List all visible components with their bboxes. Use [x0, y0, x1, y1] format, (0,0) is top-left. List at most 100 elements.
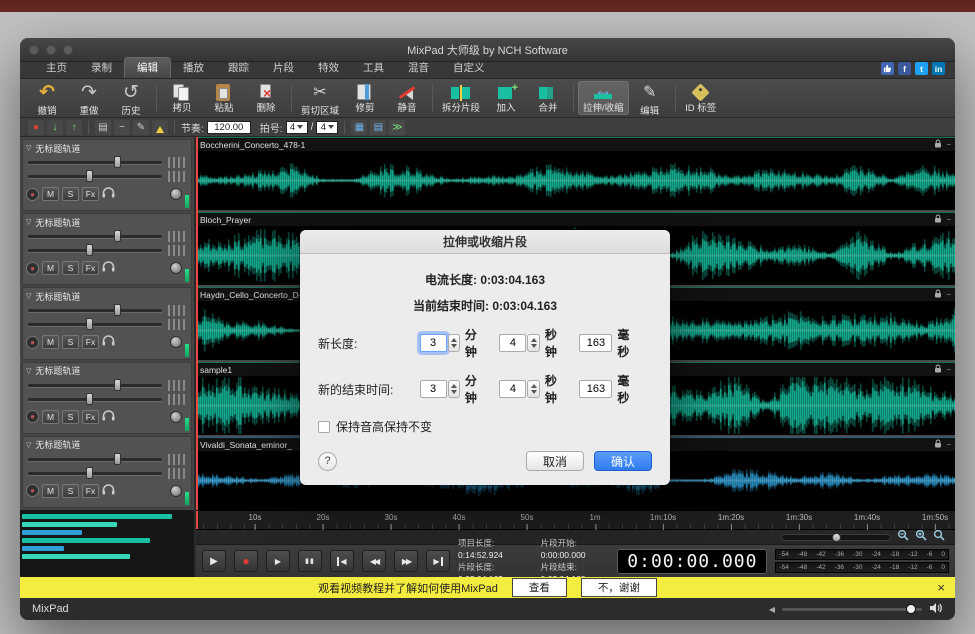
collapse-clip-icon[interactable]: − — [946, 440, 951, 449]
arm-record-button[interactable]: ● — [26, 188, 39, 201]
marker-icon[interactable]: ▤ — [95, 120, 111, 135]
new-end-ms-input[interactable] — [579, 380, 612, 398]
zoom-in-icon[interactable] — [915, 528, 927, 546]
speaker-icon[interactable] — [929, 602, 943, 617]
new-length-minutes-input[interactable] — [420, 334, 447, 352]
headphone-icon[interactable] — [102, 185, 115, 203]
timeline-ruler[interactable]: 10s 20s 30s 40s 50s 1m 1m:10s 1m:20s 1m:… — [196, 510, 955, 530]
arm-record-button[interactable]: ● — [26, 484, 39, 497]
fast-forward-icon[interactable]: ≫ — [389, 120, 405, 135]
grid-view-icon[interactable]: ▦ — [351, 120, 367, 135]
delete-button[interactable]: × 删除 — [245, 81, 287, 115]
minutes-stepper[interactable] — [448, 334, 460, 352]
cancel-button[interactable]: 取消 — [526, 451, 584, 471]
headphone-icon[interactable] — [102, 482, 115, 500]
volume-slider[interactable] — [782, 608, 922, 611]
list-view-icon[interactable]: ▤ — [370, 120, 386, 135]
clip-header[interactable]: Boccherini_Concerto_478-1 − — [196, 137, 955, 151]
minutes-stepper[interactable] — [448, 380, 460, 398]
mute-button[interactable]: M — [42, 261, 59, 275]
dismiss-button[interactable]: 不，谢谢 — [581, 578, 657, 597]
seconds-stepper[interactable] — [527, 380, 539, 398]
gain-knob[interactable] — [170, 262, 182, 274]
twitter-icon[interactable]: t — [915, 62, 928, 75]
paste-button[interactable]: 粘贴 — [203, 81, 245, 115]
project-overview[interactable] — [20, 510, 196, 577]
fx-button[interactable]: Fx — [82, 410, 99, 424]
solo-button[interactable]: S — [62, 410, 79, 424]
cut-region-button[interactable]: ✂ 剪切区域 — [296, 81, 344, 115]
tab-record[interactable]: 录制 — [79, 58, 124, 78]
collapse-clip-icon[interactable]: − — [946, 140, 951, 149]
trim-button[interactable]: 修剪 — [344, 81, 386, 115]
linkedin-icon[interactable]: in — [932, 62, 945, 75]
fx-button[interactable]: Fx — [82, 335, 99, 349]
waveform-body[interactable] — [196, 151, 955, 210]
join-button[interactable]: + 加入 — [485, 81, 527, 115]
mute-button[interactable]: M — [42, 335, 59, 349]
help-button[interactable]: ? — [318, 452, 337, 471]
mute-button[interactable]: M — [42, 410, 59, 424]
keep-pitch-checkbox[interactable] — [318, 421, 330, 433]
track-title-row[interactable]: ▽ 无标题轨道 — [26, 364, 188, 378]
volume-min-icon[interactable]: ◀ — [769, 605, 775, 614]
solo-button[interactable]: S — [62, 484, 79, 498]
mute-button[interactable]: M — [42, 484, 59, 498]
fx-button[interactable]: Fx — [82, 261, 99, 275]
tab-edit[interactable]: 编辑 — [124, 57, 171, 78]
tab-tools[interactable]: 工具 — [351, 58, 396, 78]
collapse-clip-icon[interactable]: − — [946, 290, 951, 299]
play-button[interactable]: ▶ — [202, 550, 226, 572]
export-up-icon[interactable]: ↑ — [66, 120, 82, 135]
scrub-record-icon[interactable]: ● — [28, 120, 44, 135]
zoom-out-icon[interactable] — [897, 528, 909, 546]
tab-play[interactable]: 播放 — [171, 58, 216, 78]
watch-button[interactable]: 查看 — [512, 578, 567, 597]
stretch-shrink-button[interactable]: ↔ 拉伸/收缩 — [578, 81, 629, 115]
gain-knob[interactable] — [170, 336, 182, 348]
solo-button[interactable]: S — [62, 187, 79, 201]
history-button[interactable]: ↺ 历史 — [110, 81, 152, 115]
lock-icon[interactable] — [934, 364, 942, 375]
mute-tool-button[interactable]: 静音 — [386, 81, 428, 115]
lock-icon[interactable] — [934, 289, 942, 300]
playhead-line[interactable] — [196, 137, 198, 510]
draw-pencil-icon[interactable]: ✎ — [133, 120, 149, 135]
track-title-row[interactable]: ▽ 无标题轨道 — [26, 215, 188, 229]
fx-button[interactable]: Fx — [82, 484, 99, 498]
time-signature-bottom-select[interactable]: 4 — [316, 121, 338, 134]
arm-record-button[interactable]: ● — [26, 410, 39, 423]
headphone-icon[interactable] — [102, 408, 115, 426]
collapse-triangle-icon[interactable]: ▽ — [26, 367, 31, 375]
volume-slider[interactable] — [26, 303, 188, 317]
redo-button[interactable]: ↷ 重做 — [68, 81, 110, 115]
collapse-clip-icon[interactable]: − — [946, 215, 951, 224]
record-button[interactable]: ● — [234, 550, 258, 572]
confirm-button[interactable]: 确认 — [594, 451, 652, 471]
volume-slider[interactable] — [26, 155, 188, 169]
play-from-cursor-button[interactable]: ▶ — [266, 550, 290, 572]
banner-close-icon[interactable]: × — [937, 580, 945, 595]
gain-knob[interactable] — [170, 188, 182, 200]
collapse-triangle-icon[interactable]: ▽ — [26, 292, 31, 300]
collapse-triangle-icon[interactable]: ▽ — [26, 218, 31, 226]
headphone-icon[interactable] — [102, 333, 115, 351]
lock-icon[interactable] — [934, 139, 942, 150]
import-down-icon[interactable]: ↓ — [47, 120, 63, 135]
split-clip-button[interactable]: 拆分片段 — [437, 81, 485, 115]
lock-icon[interactable] — [934, 214, 942, 225]
tempo-input[interactable] — [207, 121, 251, 134]
pan-slider[interactable] — [26, 169, 188, 183]
tab-clip[interactable]: 片段 — [261, 58, 306, 78]
tab-mix[interactable]: 混音 — [396, 58, 441, 78]
pause-button[interactable]: ▮▮ — [298, 550, 322, 572]
id-tags-button[interactable]: ID 标签 — [680, 81, 722, 115]
edit-clip-button[interactable]: ✎ 编辑 — [629, 81, 671, 115]
time-signature-top-select[interactable]: 4 — [286, 121, 308, 134]
lock-icon[interactable] — [934, 439, 942, 450]
dialog-title[interactable]: 拉伸或收缩片段 — [300, 230, 670, 254]
collapse-triangle-icon[interactable]: ▽ — [26, 441, 31, 449]
volume-slider[interactable] — [26, 229, 188, 243]
fast-forward-button[interactable]: ▶▶ — [394, 550, 418, 572]
tab-customize[interactable]: 自定义 — [441, 58, 497, 78]
